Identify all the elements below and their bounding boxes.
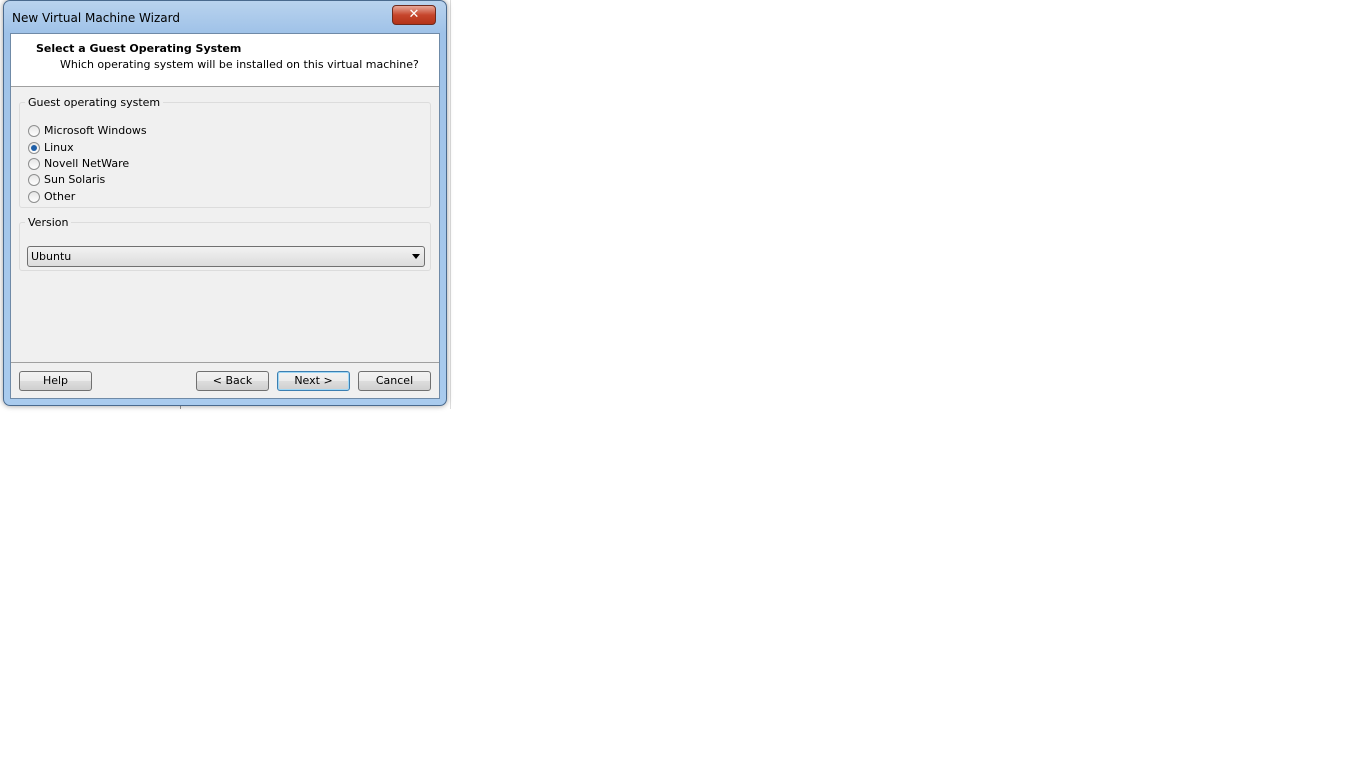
dropdown-arrow-icon — [412, 254, 420, 259]
next-button[interactable]: Next > — [277, 371, 350, 391]
radio-novell-netware[interactable]: Novell NetWare — [28, 157, 129, 170]
version-dropdown[interactable]: Ubuntu — [27, 246, 425, 267]
guest-os-group: Guest operating system Microsoft Windows… — [19, 96, 431, 208]
radio-icon[interactable] — [28, 157, 40, 170]
radio-microsoft-windows[interactable]: Microsoft Windows — [28, 124, 147, 137]
radio-sun-solaris[interactable]: Sun Solaris — [28, 173, 105, 186]
radio-icon[interactable] — [28, 190, 40, 203]
wizard-client-area: Select a Guest Operating System Which op… — [10, 33, 440, 399]
radio-icon[interactable] — [28, 173, 40, 186]
window-title: New Virtual Machine Wizard — [12, 11, 180, 25]
wizard-window: New Virtual Machine Wizard ✕ Select a Gu… — [3, 0, 447, 406]
wizard-header: Select a Guest Operating System Which op… — [11, 34, 439, 87]
version-group: Version Ubuntu — [19, 216, 431, 271]
page-title: Select a Guest Operating System — [36, 42, 242, 55]
back-button[interactable]: < Back — [196, 371, 269, 391]
guest-os-legend: Guest operating system — [28, 96, 161, 109]
radio-checked-icon[interactable] — [28, 141, 40, 154]
page-subtitle: Which operating system will be installed… — [60, 58, 419, 71]
divider — [11, 362, 439, 363]
radio-linux[interactable]: Linux — [28, 141, 74, 154]
close-button[interactable]: ✕ — [392, 5, 436, 25]
radio-other[interactable]: Other — [28, 190, 75, 203]
radio-icon[interactable] — [28, 124, 40, 137]
cancel-button[interactable]: Cancel — [358, 371, 431, 391]
version-legend: Version — [28, 216, 69, 229]
help-button[interactable]: Help — [19, 371, 92, 391]
